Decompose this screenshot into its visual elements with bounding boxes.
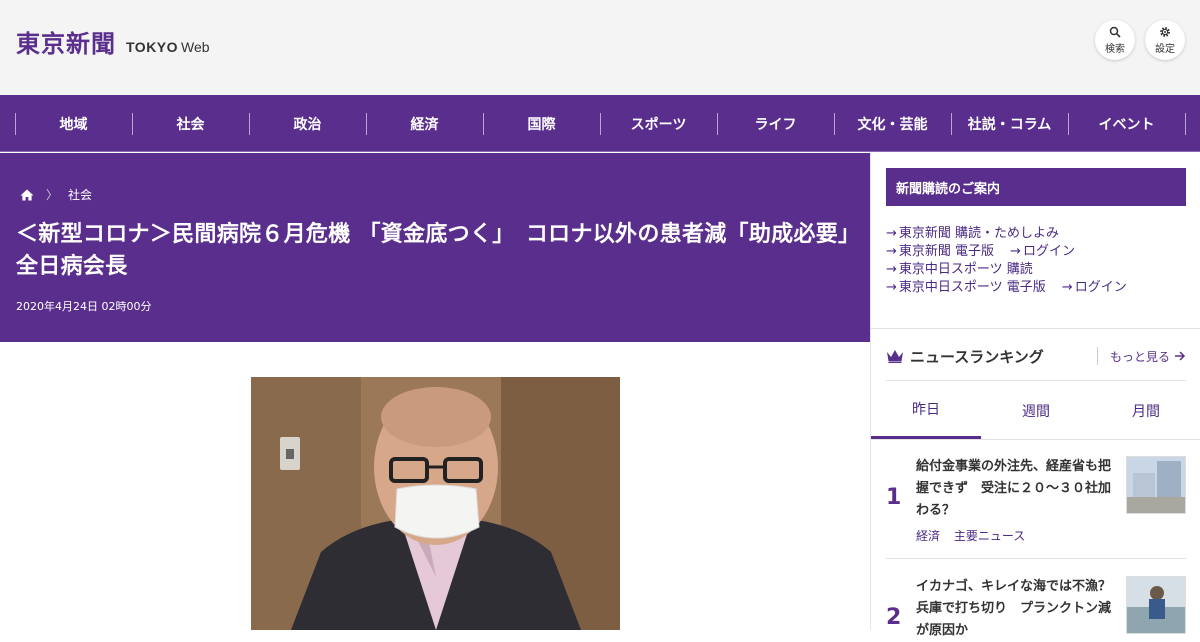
subscription-links: → 東京新聞 購読・ためしよみ → 東京新聞 電子版 → ログイン → 東京中日スポーツ 購読… [886, 225, 1127, 297]
rank-number: 2 [886, 605, 902, 630]
link-label: ログイン [1074, 280, 1127, 295]
subscription-row: → 東京新聞 購読・ためしよみ [886, 225, 1127, 243]
tab-underline [871, 439, 1200, 440]
gear-icon [1160, 26, 1170, 37]
nav-item[interactable]: ライフ [717, 95, 834, 152]
subscription-link[interactable]: → 東京中日スポーツ 電子版 [886, 280, 1046, 295]
sidebar-divider [871, 328, 1200, 329]
arrow-right-icon: → [886, 262, 897, 277]
search-button[interactable]: 検索 [1095, 20, 1135, 60]
link-label: 東京新聞 購読・ためしよみ [898, 226, 1060, 241]
arrow-right-icon: → [886, 226, 897, 241]
article-photo [251, 377, 620, 630]
rank-tags: 経済 主要ニュース [916, 527, 1035, 544]
nav-item[interactable]: 国際 [483, 95, 600, 152]
site-logo[interactable]: 東京新聞 TOKYO Web [16, 24, 210, 59]
subscription-row: → 東京新聞 電子版 → ログイン [886, 243, 1127, 261]
rank-thumbnail[interactable] [1126, 576, 1186, 634]
logo-japanese: 東京新聞 [16, 29, 116, 58]
link-label: 東京中日スポーツ 電子版 [898, 280, 1046, 295]
arrow-right-icon: → [1010, 244, 1021, 259]
ranking-item[interactable]: 2 イカナゴ、キレイな海では不漁？ 兵庫で打ち切り プランクトン減が原因か [886, 573, 1186, 638]
nav-item[interactable]: スポーツ [600, 95, 717, 152]
login-link[interactable]: → ログイン [1062, 280, 1127, 295]
breadcrumb: 〉 社会 [20, 186, 92, 203]
breadcrumb-separator: 〉 [46, 188, 59, 202]
tab-daily-label: 昨日 [912, 402, 940, 418]
more-label: もっと見る [1109, 349, 1170, 364]
ranking-item[interactable]: 1 給付金事業の外注先、経産省も把握できず 受注に２０～３０社加わる？ 経済 主… [886, 453, 1186, 553]
subscription-link[interactable]: → 東京新聞 購読・ためしよみ [886, 226, 1059, 241]
breadcrumb-section[interactable]: 社会 [68, 186, 92, 203]
nav-item[interactable]: 政治 [249, 95, 366, 152]
subscription-row: → 東京中日スポーツ 購読 [886, 261, 1127, 279]
login-link[interactable]: → ログイン [1010, 244, 1075, 259]
nav-item[interactable]: イベント [1068, 95, 1185, 152]
link-label: 東京新聞 電子版 [898, 244, 995, 259]
subscription-heading: 新聞購読のご案内 [886, 168, 1186, 206]
link-label: 東京中日スポーツ 購読 [898, 262, 1033, 277]
logo-english: TOKYO Web [126, 39, 210, 55]
rank-thumbnail[interactable] [1126, 456, 1186, 514]
rank-tag[interactable]: 主要ニュース [954, 529, 1025, 543]
tab-weekly[interactable]: 週間 [981, 382, 1091, 439]
logo-tokyo: TOKYO [126, 39, 179, 55]
subscription-link[interactable]: → 東京新聞 電子版 [886, 244, 994, 259]
arrow-right-icon [1175, 351, 1186, 361]
nav-divider [1185, 113, 1186, 135]
rank-tag[interactable]: 経済 [916, 529, 940, 543]
arrow-right-icon: → [886, 244, 897, 259]
rank-title[interactable]: イカナゴ、キレイな海では不漁？ 兵庫で打ち切り プランクトン減が原因か [916, 576, 1124, 642]
ranking-header: ニュースランキング もっと見る [886, 345, 1186, 367]
subscription-row: → 東京中日スポーツ 電子版 → ログイン [886, 279, 1127, 297]
tab-daily[interactable]: 昨日 [871, 382, 981, 439]
article-title: ＜新型コロナ＞民間病院６月危機 「資金底つく」 コロナ以外の患者減「助成必要」 … [16, 222, 861, 279]
search-label: 検索 [1105, 43, 1125, 55]
ranking-divider [886, 558, 1186, 559]
sidebar: 新聞購読のご案内 → 東京新聞 購読・ためしよみ → 東京新聞 電子版 → ログイン → 東京… [870, 153, 1200, 638]
more-link[interactable]: もっと見る [1096, 347, 1186, 365]
nav-item[interactable]: 社説・コラム [951, 95, 1068, 152]
ranking-title: ニュースランキング [910, 347, 1044, 366]
crown-icon [887, 350, 903, 363]
nav-item[interactable]: 文化・芸能 [834, 95, 951, 152]
link-label: ログイン [1022, 244, 1075, 259]
rank-number: 1 [886, 485, 902, 510]
settings-button[interactable]: 設定 [1145, 20, 1185, 60]
tab-monthly-label: 月間 [1132, 403, 1160, 420]
article-date: 2020年4月24日 02時00分 [16, 300, 152, 313]
ranking-separator [886, 380, 1186, 381]
thumbnail-image [1127, 577, 1185, 633]
nav-item[interactable]: 経済 [366, 95, 483, 152]
arrow-right-icon: → [1061, 280, 1073, 295]
article-header: 〉 社会 ＜新型コロナ＞民間病院６月危機 「資金底つく」 コロナ以外の患者減「助… [0, 153, 870, 342]
main-nav: 地域 社会 政治 経済 国際 スポーツ ライフ 文化・芸能 社説・コラム イベント [0, 95, 1200, 152]
logo-web: Web [181, 39, 210, 55]
arrow-right-icon: → [886, 280, 897, 295]
tab-monthly[interactable]: 月間 [1091, 382, 1200, 439]
portrait-illustration [251, 377, 620, 630]
thumbnail-image [1127, 457, 1185, 513]
nav-item[interactable]: 社会 [132, 95, 249, 152]
search-icon [1109, 26, 1121, 38]
subscription-link[interactable]: → 東京中日スポーツ 購読 [886, 262, 1033, 277]
nav-item[interactable]: 地域 [15, 95, 132, 152]
tab-weekly-label: 週間 [1022, 403, 1050, 420]
settings-label: 設定 [1155, 43, 1175, 55]
home-icon[interactable] [20, 189, 34, 201]
rank-title[interactable]: 給付金事業の外注先、経産省も把握できず 受注に２０～３０社加わる？ [916, 456, 1116, 522]
site-header: 東京新聞 TOKYO Web 検索 設定 [0, 0, 1200, 95]
